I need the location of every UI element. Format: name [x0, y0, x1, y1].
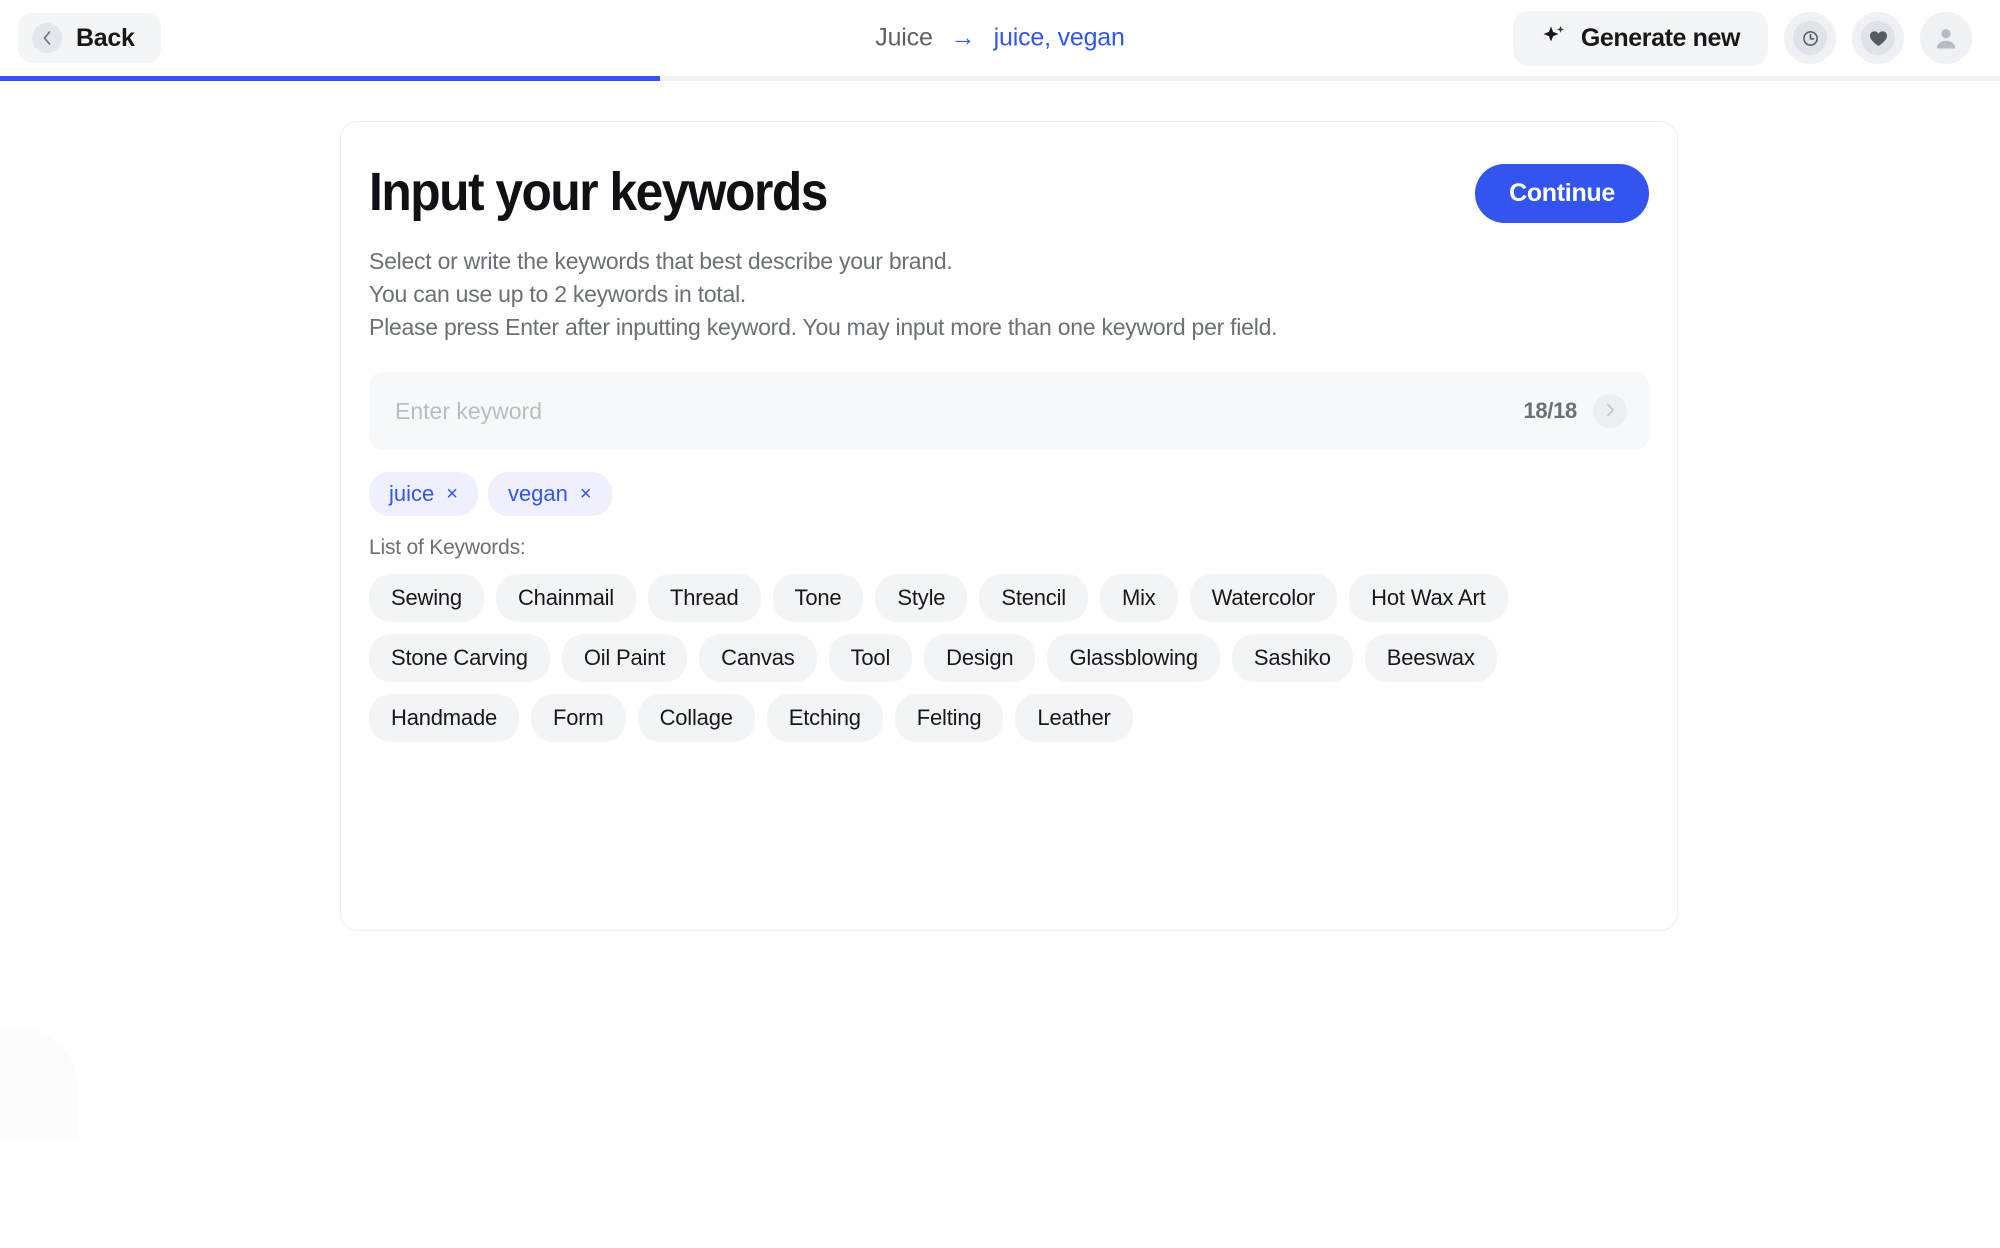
keyword-option[interactable]: Tone	[772, 574, 864, 623]
keyword-option[interactable]: Sewing	[369, 574, 484, 623]
keyword-counter: 18/18	[1523, 398, 1577, 424]
remove-keyword-icon[interactable]: ×	[580, 484, 592, 504]
keyword-option[interactable]: Collage	[637, 694, 755, 743]
keyword-option[interactable]: Hot Wax Art	[1349, 574, 1508, 623]
keyword-option[interactable]: Felting	[894, 694, 1004, 743]
main-stage: Input your keywords Continue Select or w…	[0, 81, 2000, 931]
keyword-option[interactable]: Design	[924, 634, 1036, 683]
decorative-corner-shape	[0, 1028, 78, 1138]
keyword-option[interactable]: Etching	[766, 694, 883, 743]
user-icon	[1933, 25, 1959, 51]
keyword-option[interactable]: Thread	[648, 574, 761, 623]
keyword-option[interactable]: Beeswax	[1364, 634, 1497, 683]
breadcrumb-root[interactable]: Juice	[875, 24, 933, 53]
keyword-option[interactable]: Tool	[828, 634, 913, 683]
account-button[interactable]	[1920, 12, 1972, 64]
card-header: Input your keywords Continue	[369, 164, 1649, 223]
keyword-option[interactable]: Chainmail	[495, 574, 636, 623]
keyword-option[interactable]: Glassblowing	[1047, 634, 1220, 683]
keyword-input[interactable]	[395, 397, 1524, 425]
keyword-input-field[interactable]: 18/18	[369, 372, 1649, 451]
clock-icon	[1793, 21, 1827, 55]
breadcrumb-current[interactable]: juice, vegan	[994, 24, 1125, 53]
keyword-option[interactable]: Sashiko	[1231, 634, 1353, 683]
keyword-option[interactable]: Canvas	[699, 634, 817, 683]
sparkle-icon	[1541, 24, 1567, 53]
keyword-option[interactable]: Leather	[1015, 694, 1133, 743]
card-description: Select or write the keywords that best d…	[369, 245, 1649, 344]
keyword-submit-button[interactable]	[1593, 394, 1627, 429]
keyword-option[interactable]: Form	[531, 694, 626, 743]
back-button-label: Back	[76, 23, 135, 52]
chevron-left-icon	[32, 23, 62, 53]
generate-new-label: Generate new	[1580, 23, 1741, 52]
selected-keyword-chip[interactable]: juice ×	[369, 472, 478, 517]
arrow-right-icon: →	[950, 23, 976, 52]
page-title: Input your keywords	[369, 162, 828, 222]
selected-keyword-label: juice	[389, 481, 435, 507]
generate-new-button[interactable]: Generate new	[1512, 10, 1768, 66]
back-button[interactable]: Back	[18, 13, 161, 63]
header-actions: Generate new	[1512, 10, 1972, 66]
description-line-3: Please press Enter after inputting keywo…	[369, 314, 1278, 341]
keyword-option[interactable]: Oil Paint	[561, 634, 688, 683]
keywords-card: Input your keywords Continue Select or w…	[340, 121, 1678, 931]
keyword-option[interactable]: Stencil	[979, 574, 1088, 623]
heart-icon	[1861, 21, 1895, 55]
app-header: Back Juice → juice, vegan Generate new	[0, 0, 2000, 76]
keyword-list-label: List of Keywords:	[369, 536, 526, 560]
keyword-option[interactable]: Style	[875, 574, 968, 623]
remove-keyword-icon[interactable]: ×	[446, 484, 458, 504]
description-line-2: You can use up to 2 keywords in total.	[369, 281, 747, 308]
continue-button[interactable]: Continue	[1475, 164, 1649, 223]
keyword-option[interactable]: Mix	[1099, 574, 1178, 623]
keyword-options-list: Sewing Chainmail Thread Tone Style Stencil Mix…	[369, 574, 1559, 743]
favorites-button[interactable]	[1852, 12, 1904, 64]
selected-keyword-chip[interactable]: vegan ×	[487, 472, 612, 517]
history-button[interactable]	[1784, 12, 1836, 64]
description-line-1: Select or write the keywords that best d…	[369, 248, 953, 274]
selected-keyword-label: vegan	[507, 481, 568, 507]
selected-keywords: juice × vegan ×	[369, 472, 1649, 517]
chevron-right-icon	[1606, 403, 1615, 420]
keyword-option[interactable]: Handmade	[369, 694, 520, 743]
breadcrumb: Juice → juice, vegan	[875, 23, 1125, 53]
keyword-option[interactable]: Stone Carving	[369, 634, 550, 683]
keyword-option[interactable]: Watercolor	[1189, 574, 1338, 623]
